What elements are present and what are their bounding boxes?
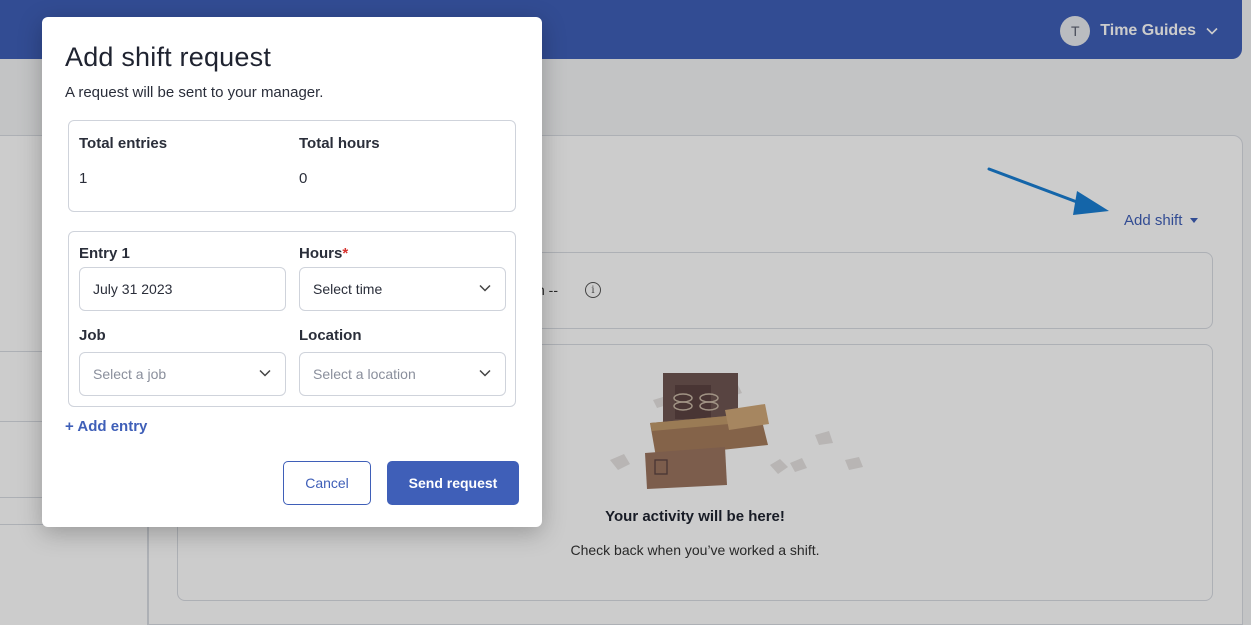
dialog-subtitle: A request will be sent to your manager. [65, 84, 324, 101]
chevron-down-icon [479, 284, 491, 292]
date-field-value: July 31 2023 [93, 281, 173, 297]
add-entry-link[interactable]: + Add entry [65, 418, 147, 435]
job-label: Job [79, 327, 106, 344]
location-select-placeholder: Select a location [313, 366, 416, 382]
hours-label: Hours* [299, 245, 348, 262]
total-entries-label: Total entries [79, 135, 168, 152]
location-label: Location [299, 327, 362, 344]
required-marker: * [342, 245, 349, 262]
totals-panel: Total entries 1 Total hours 0 [68, 120, 516, 212]
total-entries-value: 1 [79, 170, 88, 187]
hours-select-placeholder: Select time [313, 281, 383, 297]
date-field[interactable]: July 31 2023 [79, 267, 286, 311]
location-select[interactable]: Select a location [299, 352, 506, 396]
send-request-button[interactable]: Send request [387, 461, 519, 505]
hours-select[interactable]: Select time [299, 267, 506, 311]
chevron-down-icon [479, 369, 491, 377]
job-select-placeholder: Select a job [93, 366, 167, 382]
dialog-title: Add shift request [65, 42, 272, 72]
job-select[interactable]: Select a job [79, 352, 286, 396]
total-hours-label: Total hours [299, 135, 380, 152]
total-hours-value: 0 [299, 170, 308, 187]
entry-title: Entry 1 [79, 245, 130, 262]
entry-card: Entry 1 Hours* July 31 2023 Select time … [68, 231, 516, 407]
chevron-down-icon [259, 369, 271, 377]
hours-label-text: Hours [299, 245, 343, 262]
add-shift-request-dialog: Add shift request A request will be sent… [42, 17, 542, 527]
cancel-button[interactable]: Cancel [283, 461, 371, 505]
